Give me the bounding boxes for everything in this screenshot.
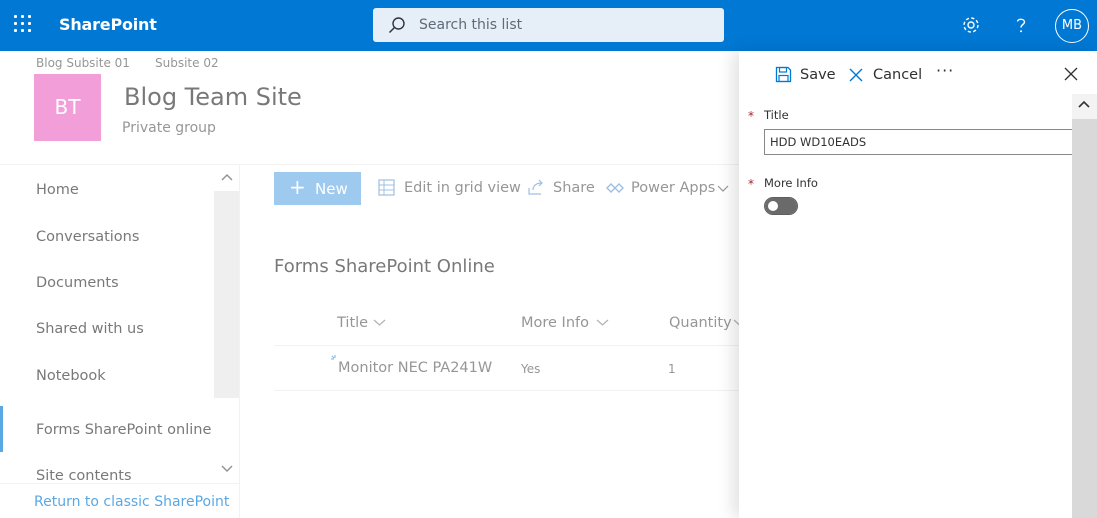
required-marker: * [748,109,754,123]
search-placeholder: Search this list [419,17,523,33]
more-info-field-label: More Info [764,176,818,190]
chevron-down-icon[interactable] [717,185,729,193]
column-header-quantity[interactable]: Quantity [669,315,732,331]
site-logo[interactable]: BT [34,74,101,141]
nav-item-shared-with-us[interactable]: Shared with us [36,321,144,337]
edit-item-panel: Save Cancel ··· * Title * More Info [739,51,1097,518]
toggle-knob [768,200,778,211]
nav-scroll-thumb[interactable] [214,191,239,398]
title-field-label: Title [764,108,789,122]
column-header-more-info[interactable]: More Info [521,315,589,331]
row-title-cell[interactable]: Monitor NEC PA241W [338,360,492,376]
plus-icon: + [289,175,306,199]
user-avatar[interactable]: MB [1055,9,1089,43]
site-subtitle: Private group [122,120,216,136]
grid-view-icon [378,179,395,196]
scroll-up-icon[interactable] [221,173,233,181]
row-quantity-cell: 1 [668,362,676,376]
new-button-label: New [315,180,348,198]
nav-item-site-contents[interactable]: Site contents [36,468,132,484]
left-navigation: Home Conversations Documents Shared with… [0,165,240,518]
app-name[interactable]: SharePoint [59,15,157,34]
save-button[interactable]: Save [800,67,836,83]
scroll-up-icon[interactable] [1078,100,1090,108]
scroll-down-icon[interactable] [221,465,233,473]
new-button[interactable]: + New [274,172,361,205]
header-row-divider [274,345,740,346]
settings-gear-icon[interactable] [960,14,982,36]
cancel-icon [849,68,863,82]
chevron-down-icon[interactable] [373,318,386,327]
nav-item-conversations[interactable]: Conversations [36,229,139,245]
title-field-input[interactable] [764,129,1072,155]
row-divider [274,390,740,391]
suite-bar: SharePoint Search this list MB [0,0,1097,51]
nav-item-home[interactable]: Home [36,182,79,198]
site-title[interactable]: Blog Team Site [124,83,302,111]
more-options-button[interactable]: ··· [936,61,954,80]
share-button[interactable]: Share [553,180,595,196]
edit-grid-view-button[interactable]: Edit in grid view [404,180,521,196]
classic-divider [0,483,240,484]
panel-scrollbar[interactable] [1072,94,1097,518]
search-icon [388,17,405,34]
power-apps-button[interactable]: Power Apps [631,180,715,196]
share-icon [528,179,543,195]
nav-item-documents[interactable]: Documents [36,275,119,291]
search-box[interactable]: Search this list [373,8,724,42]
cancel-button[interactable]: Cancel [873,67,922,83]
nav-scrollbar[interactable] [214,165,239,483]
row-more-info-cell: Yes [521,362,541,376]
save-icon [775,66,792,83]
nav-item-forms-sharepoint-online[interactable]: Forms SharePoint online [36,422,211,438]
nav-item-notebook[interactable]: Notebook [36,368,106,384]
subsite-link-1[interactable]: Blog Subsite 01 [36,56,130,70]
panel-scroll-thumb[interactable] [1072,119,1097,518]
app-launcher-icon[interactable] [14,15,34,35]
return-to-classic-link[interactable]: Return to classic SharePoint [34,494,229,510]
help-icon[interactable] [1010,14,1032,36]
required-marker: * [748,177,754,191]
power-apps-icon [606,183,624,193]
close-icon[interactable] [1064,67,1078,81]
subsite-link-2[interactable]: Subsite 02 [155,56,219,70]
list-title: Forms SharePoint Online [274,256,495,277]
chevron-down-icon[interactable] [596,318,609,327]
more-info-toggle[interactable] [764,197,798,215]
column-header-title[interactable]: Title [337,315,368,331]
nav-selected-indicator [0,406,3,452]
